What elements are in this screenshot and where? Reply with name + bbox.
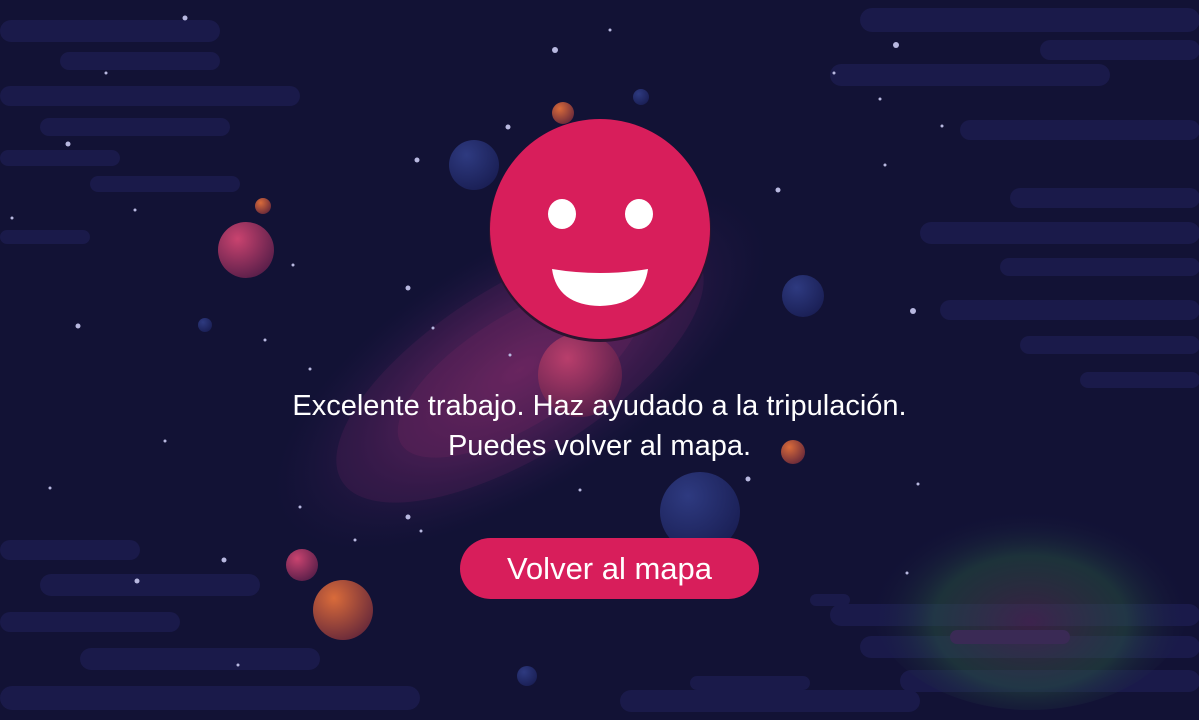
ringed-planet xyxy=(870,490,1190,710)
message-line-2: Puedes volver al mapa. xyxy=(447,430,752,462)
message-line-1: Excelente trabajo. Haz ayudado a la trip… xyxy=(292,390,907,422)
back-to-map-button[interactable]: Volver al mapa xyxy=(460,538,759,599)
happy-face-icon xyxy=(489,119,711,342)
game-scene: Excelente trabajo. Haz ayudado a la trip… xyxy=(0,0,1199,720)
space-background xyxy=(0,0,1199,720)
success-message: Excelente trabajo. Haz ayudado a la trip… xyxy=(0,386,1199,466)
